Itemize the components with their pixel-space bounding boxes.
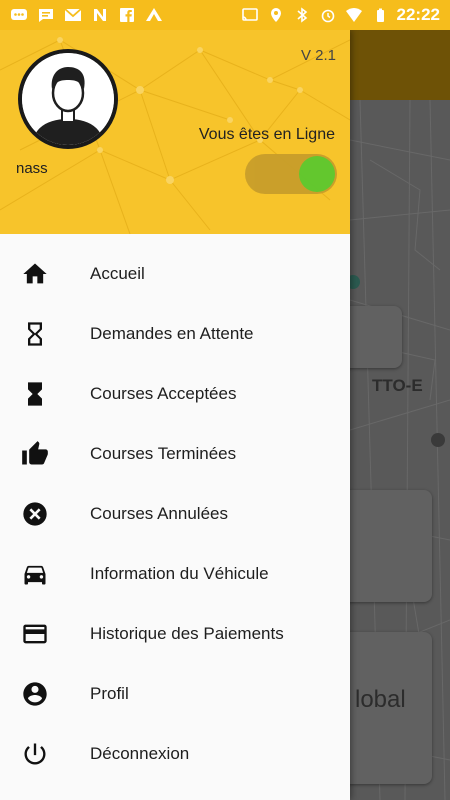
power-icon xyxy=(18,737,52,771)
bluetooth-icon xyxy=(293,7,311,23)
map-card xyxy=(350,306,402,368)
a-app-icon xyxy=(145,7,163,23)
hourglass-full-icon xyxy=(18,377,52,411)
menu-item-label: Information du Véhicule xyxy=(90,564,269,583)
clock: 22:22 xyxy=(396,5,440,24)
chat-icon xyxy=(37,7,55,23)
global-card-label: lobal xyxy=(355,686,406,713)
thumb-up-icon xyxy=(18,437,52,471)
map-place-label: TTO-E xyxy=(372,376,423,395)
alarm-icon xyxy=(319,7,337,23)
navigation-drawer: nass V 2.1 Vous êtes en Ligne Accueil De… xyxy=(0,30,350,800)
cast-icon xyxy=(241,7,259,23)
menu-item-label: Courses Acceptées xyxy=(90,384,237,403)
menu-item-courses-terminees[interactable]: Courses Terminées xyxy=(0,424,350,484)
location-icon xyxy=(267,7,285,23)
menu-item-label: Historique des Paiements xyxy=(90,624,284,643)
facebook-icon xyxy=(118,7,136,23)
app-version: V 2.1 xyxy=(300,47,336,64)
map-background: TTO-E lobal xyxy=(350,30,450,800)
menu-item-label: Profil xyxy=(90,684,129,703)
menu-item-historique-paiements[interactable]: Historique des Paiements xyxy=(0,604,350,664)
toggle-knob[interactable] xyxy=(299,156,335,192)
home-icon xyxy=(18,257,52,291)
messenger-icon xyxy=(10,7,28,23)
drawer-menu: Accueil Demandes en Attente Courses Acce… xyxy=(0,244,350,784)
n-app-icon xyxy=(91,7,109,23)
avatar[interactable] xyxy=(18,49,118,149)
wifi-icon xyxy=(345,7,363,23)
drawer-header: nass V 2.1 Vous êtes en Ligne xyxy=(0,30,350,234)
menu-item-label: Déconnexion xyxy=(90,744,190,763)
menu-item-deconnexion[interactable]: Déconnexion xyxy=(0,724,350,784)
menu-item-demandes-en-attente[interactable]: Demandes en Attente xyxy=(0,304,350,364)
menu-item-courses-acceptees[interactable]: Courses Acceptées xyxy=(0,364,350,424)
menu-item-label: Courses Terminées xyxy=(90,444,237,463)
menu-item-accueil[interactable]: Accueil xyxy=(0,244,350,304)
menu-item-information-vehicule[interactable]: Information du Véhicule xyxy=(0,544,350,604)
battery-icon xyxy=(371,7,389,23)
menu-item-courses-annulees[interactable]: Courses Annulées xyxy=(0,484,350,544)
hourglass-empty-icon xyxy=(18,317,52,351)
map-toolbar xyxy=(350,30,450,100)
person-icon xyxy=(22,53,114,145)
account-circle-icon xyxy=(18,677,52,711)
username: nass xyxy=(16,160,48,177)
credit-card-icon xyxy=(18,617,52,651)
online-status-label: Vous êtes en Ligne xyxy=(198,126,335,143)
car-icon xyxy=(18,557,52,591)
menu-item-label: Accueil xyxy=(90,264,145,283)
cancel-icon xyxy=(18,497,52,531)
status-bar: 22:22 xyxy=(0,0,450,30)
online-toggle[interactable] xyxy=(245,154,337,194)
info-card xyxy=(350,490,432,602)
menu-item-label: Demandes en Attente xyxy=(90,324,254,343)
menu-item-label: Courses Annulées xyxy=(90,504,228,523)
gmail-icon xyxy=(64,7,82,23)
menu-item-profil[interactable]: Profil xyxy=(0,664,350,724)
